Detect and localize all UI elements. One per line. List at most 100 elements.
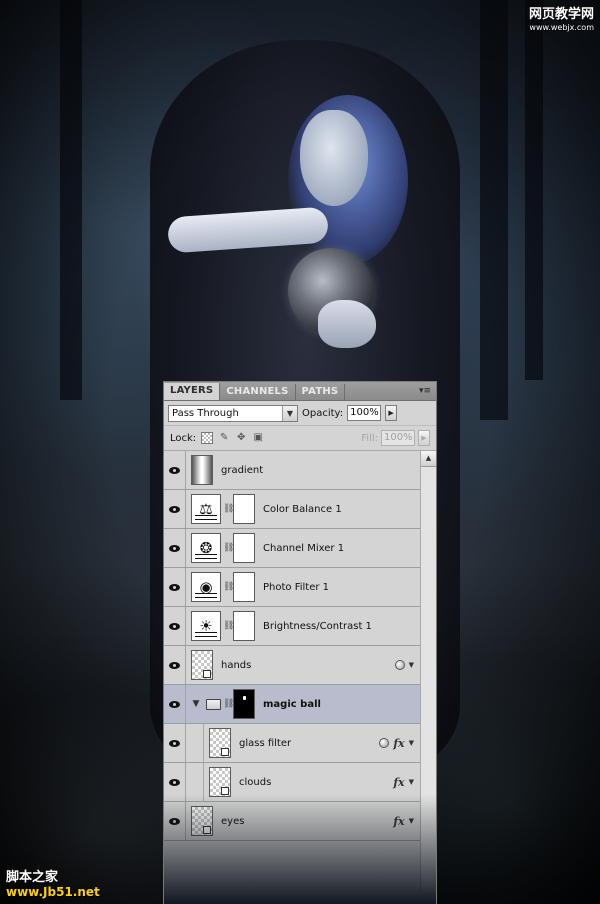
layer-effects-area: fx ▼ <box>393 815 420 828</box>
watermark-bottom-left: 脚本之家 www.Jb51.net <box>6 871 100 898</box>
lock-all-padlock-icon[interactable]: ▣ <box>252 432 264 444</box>
layer-name: eyes <box>221 815 245 827</box>
lock-row: Lock: ✎ ✥ ▣ Fill: 100% ▶ <box>164 426 436 451</box>
visibility-eye-icon[interactable] <box>164 646 186 684</box>
layer-row-brightness-contrast[interactable]: ☀ ⛓ Brightness/Contrast 1 <box>164 607 420 646</box>
chain-link-icon[interactable]: ⛓ <box>223 621 234 631</box>
layer-row-gradient[interactable]: gradient <box>164 451 420 490</box>
group-expand-triangle-icon[interactable]: ▼ <box>189 699 203 709</box>
layer-mask-thumbnail[interactable] <box>233 572 255 602</box>
scroll-up-arrow-icon[interactable]: ▲ <box>421 451 436 467</box>
layer-mask-thumbnail[interactable] <box>233 494 255 524</box>
expand-effects-icon[interactable]: ▼ <box>409 661 414 669</box>
watermark-title: 脚本之家 <box>6 870 59 885</box>
smart-filter-icon <box>394 660 405 670</box>
layer-name: clouds <box>239 776 272 788</box>
chevron-down-icon: ▼ <box>282 405 297 421</box>
panel-tabs: LAYERS CHANNELS PATHS ▾≡ <box>164 382 436 401</box>
smart-object-icon <box>221 787 229 795</box>
visibility-eye-icon[interactable] <box>164 529 186 567</box>
folder-icon <box>206 698 221 710</box>
layer-thumbnail <box>191 650 213 680</box>
visibility-eye-icon[interactable] <box>164 568 186 606</box>
watermark-top-right: 网页教学网 www.webjx.com <box>529 8 594 32</box>
layer-row-photo-filter[interactable]: ◉ ⛓ Photo Filter 1 <box>164 568 420 607</box>
layer-list-area: gradient ⚖ ⛓ Color Balance 1 ❂ ⛓ Channel… <box>164 451 436 891</box>
layer-name: Color Balance 1 <box>263 503 342 515</box>
fill-label: Fill: <box>361 432 378 444</box>
group-indent <box>186 724 204 762</box>
layer-row-channel-mixer[interactable]: ❂ ⛓ Channel Mixer 1 <box>164 529 420 568</box>
layer-row-glass-filter[interactable]: glass filter fx ▼ <box>164 724 420 763</box>
panel-menu-icon[interactable]: ▾≡ <box>417 384 433 398</box>
visibility-eye-icon[interactable] <box>164 685 186 723</box>
expand-effects-icon[interactable]: ▼ <box>409 778 414 786</box>
layer-list: gradient ⚖ ⛓ Color Balance 1 ❂ ⛓ Channel… <box>164 451 420 841</box>
opacity-label: Opacity: <box>302 407 344 419</box>
tab-channels[interactable]: CHANNELS <box>220 384 296 400</box>
layer-name: hands <box>221 659 252 671</box>
fx-icon[interactable]: fx <box>393 776 404 789</box>
layers-panel: LAYERS CHANNELS PATHS ▾≡ Pass Through ▼ … <box>163 381 437 904</box>
layer-name: magic ball <box>263 698 321 710</box>
group-indent <box>186 763 204 801</box>
chain-link-icon[interactable]: ⛓ <box>223 582 234 592</box>
layer-row-eyes[interactable]: eyes fx ▼ <box>164 802 420 841</box>
fx-icon[interactable]: fx <box>393 815 404 828</box>
layer-name: gradient <box>221 464 264 476</box>
layer-thumbnail <box>209 728 231 758</box>
layer-effects-area: fx ▼ <box>379 737 420 750</box>
chain-link-icon[interactable]: ⛓ <box>223 504 234 514</box>
visibility-eye-icon[interactable] <box>164 490 186 528</box>
expand-effects-icon[interactable]: ▼ <box>409 739 414 747</box>
fx-icon[interactable]: fx <box>393 737 404 750</box>
visibility-eye-icon[interactable] <box>164 607 186 645</box>
photo-filter-icon: ◉ <box>191 572 221 602</box>
layer-thumbnail <box>191 455 213 485</box>
visibility-eye-icon[interactable] <box>164 451 186 489</box>
visibility-eye-icon[interactable] <box>164 763 186 801</box>
lock-transparent-icon[interactable] <box>201 432 214 444</box>
group-mask-thumbnail[interactable] <box>233 689 255 719</box>
blend-mode-select[interactable]: Pass Through ▼ <box>168 404 298 422</box>
visibility-eye-icon[interactable] <box>164 802 186 840</box>
lock-position-move-icon[interactable]: ✥ <box>235 432 247 444</box>
smart-object-icon <box>221 748 229 756</box>
layer-name: Channel Mixer 1 <box>263 542 345 554</box>
brightness-icon: ☀ <box>191 611 221 641</box>
layer-row-clouds[interactable]: clouds fx ▼ <box>164 763 420 802</box>
lock-label: Lock: <box>170 432 197 444</box>
layer-row-magic-ball-group[interactable]: ▼ ⛓ magic ball <box>164 685 420 724</box>
layer-row-hands[interactable]: hands ▼ <box>164 646 420 685</box>
expand-effects-icon[interactable]: ▼ <box>409 817 414 825</box>
chain-link-icon[interactable]: ⛓ <box>223 543 234 553</box>
watermark-url: www.webjx.com <box>529 23 594 32</box>
layer-thumbnail <box>209 767 231 797</box>
layer-name: Brightness/Contrast 1 <box>263 620 372 632</box>
tab-layers[interactable]: LAYERS <box>164 383 221 400</box>
blend-row: Pass Through ▼ Opacity: 100% ▶ <box>164 401 436 426</box>
visibility-eye-icon[interactable] <box>164 724 186 762</box>
layers-scrollbar[interactable]: ▲ <box>420 451 436 891</box>
layer-mask-thumbnail[interactable] <box>233 611 255 641</box>
layer-row-color-balance[interactable]: ⚖ ⛓ Color Balance 1 <box>164 490 420 529</box>
chain-link-icon[interactable]: ⛓ <box>223 699 234 709</box>
scales-icon: ⚖ <box>191 494 221 524</box>
layer-effects-area: fx ▼ <box>393 776 420 789</box>
fill-slider-button[interactable]: ▶ <box>418 430 430 446</box>
layer-name: glass filter <box>239 737 292 749</box>
watermark-title: 网页教学网 <box>528 7 594 22</box>
channel-mixer-icon: ❂ <box>191 533 221 563</box>
fill-control: Fill: 100% ▶ <box>361 430 430 446</box>
smart-object-icon <box>203 670 211 678</box>
lock-image-brush-icon[interactable]: ✎ <box>218 432 230 444</box>
layer-mask-thumbnail[interactable] <box>233 533 255 563</box>
blend-mode-value: Pass Through <box>172 407 239 419</box>
opacity-input[interactable]: 100% <box>347 405 382 421</box>
fill-input[interactable]: 100% <box>381 430 415 446</box>
tab-paths[interactable]: PATHS <box>296 384 346 400</box>
layer-effects-area: ▼ <box>394 660 420 670</box>
smart-filter-icon <box>379 738 390 748</box>
opacity-slider-button[interactable]: ▶ <box>385 405 398 421</box>
layer-thumbnail <box>191 806 213 836</box>
